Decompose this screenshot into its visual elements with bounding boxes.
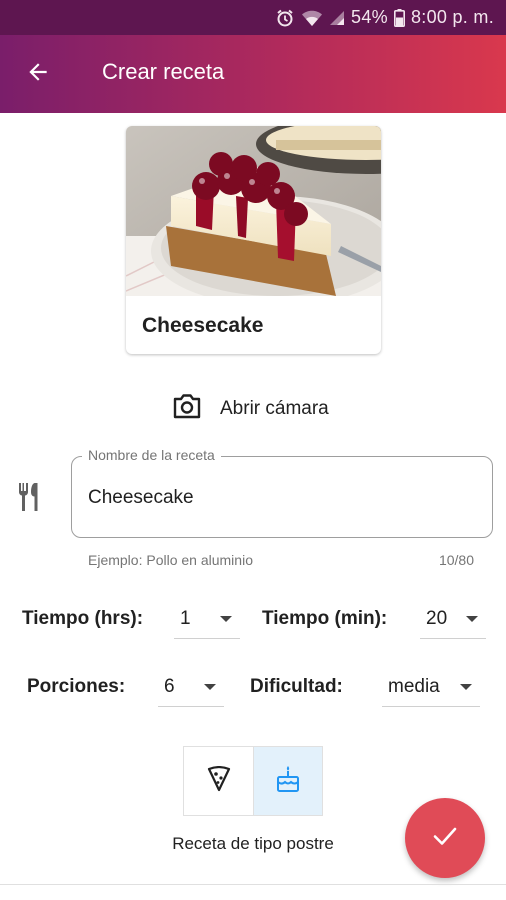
recipe-type-toggle xyxy=(183,746,323,816)
recipe-type-dessert-button[interactable] xyxy=(253,747,322,815)
pizza-slice-icon xyxy=(207,765,231,797)
signal-icon xyxy=(329,10,345,26)
recipe-name-input[interactable] xyxy=(88,485,468,511)
utensils-icon xyxy=(16,481,46,518)
divider xyxy=(0,884,506,885)
clock: 8:00 p. m. xyxy=(410,7,494,27)
status-bar: 54% 8:00 p. m. xyxy=(0,0,506,35)
recipe-name-label: Nombre de la receta xyxy=(82,447,221,463)
dropdown-arrow-icon xyxy=(220,615,232,622)
time-minutes-label: Tiempo (min): xyxy=(262,608,388,629)
portions-value: 6 xyxy=(164,675,175,697)
recipe-name-field[interactable]: Nombre de la receta xyxy=(71,447,493,538)
recipe-type-main-button[interactable] xyxy=(184,747,253,815)
time-hours-label: Tiempo (hrs): xyxy=(22,608,144,629)
alarm-icon xyxy=(275,8,295,28)
time-minutes-value: 20 xyxy=(426,607,448,629)
difficulty-value: media xyxy=(388,675,440,697)
arrow-back-icon xyxy=(25,59,51,90)
page-title: Crear receta xyxy=(102,59,225,84)
camera-icon xyxy=(172,392,202,425)
open-camera-label: Abrir cámara xyxy=(220,397,329,419)
app-bar: Crear receta xyxy=(0,35,506,113)
dropdown-arrow-icon xyxy=(466,615,478,622)
back-button[interactable] xyxy=(20,56,56,92)
battery-icon xyxy=(393,8,405,27)
recipe-name-helper: Ejemplo: Pollo en aluminio xyxy=(88,552,253,568)
dropdown-arrow-icon xyxy=(204,683,216,690)
recipe-card-title: Cheesecake xyxy=(142,314,264,337)
open-camera-button[interactable]: Abrir cámara xyxy=(172,392,329,425)
dropdown-arrow-icon xyxy=(460,683,472,690)
portions-dropdown[interactable]: 6 xyxy=(158,667,224,707)
recipe-name-counter: 10/80 xyxy=(438,552,474,568)
difficulty-label: Dificultad: xyxy=(250,676,343,697)
cheesecake-photo xyxy=(126,126,381,296)
wifi-icon xyxy=(301,9,323,27)
time-hours-dropdown[interactable]: 1 xyxy=(174,599,240,639)
time-minutes-dropdown[interactable]: 20 xyxy=(420,599,486,639)
battery-percent: 54% xyxy=(351,7,388,27)
check-icon xyxy=(432,825,458,852)
portions-label: Porciones: xyxy=(27,676,126,697)
time-hours-value: 1 xyxy=(180,607,191,629)
recipe-image-card[interactable]: Cheesecake xyxy=(126,126,381,354)
difficulty-dropdown[interactable]: media xyxy=(382,667,480,707)
cake-icon xyxy=(276,765,300,798)
save-recipe-button[interactable] xyxy=(405,798,485,878)
